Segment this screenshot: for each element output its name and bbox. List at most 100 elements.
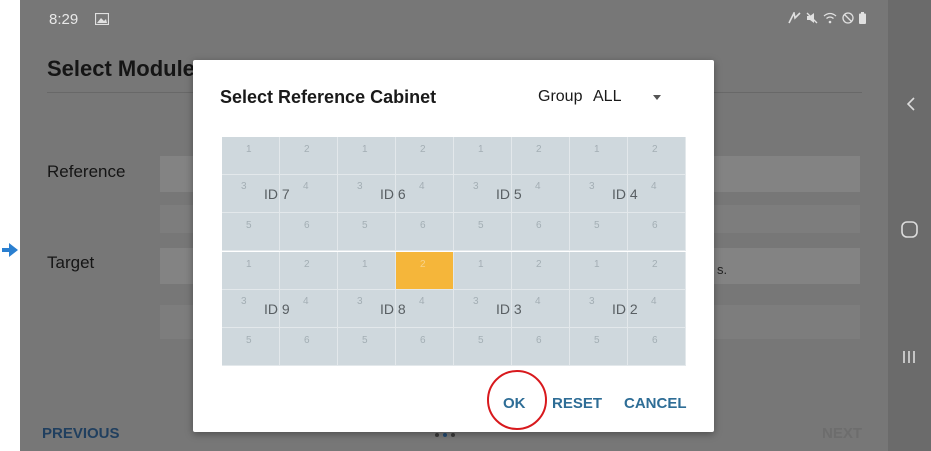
module-number: 5 bbox=[594, 335, 600, 346]
module-number: 2 bbox=[652, 259, 658, 270]
module-cell[interactable] bbox=[628, 328, 686, 366]
module-cell[interactable] bbox=[280, 252, 338, 290]
module-number: 6 bbox=[420, 335, 426, 346]
cabinet-tile[interactable]: 1 2 3 4 5 6 ID 9 bbox=[222, 252, 338, 367]
nfc-icon bbox=[788, 12, 801, 24]
module-cell[interactable] bbox=[454, 252, 512, 290]
module-number: 1 bbox=[246, 144, 252, 155]
module-cell[interactable] bbox=[280, 137, 338, 175]
module-cell[interactable] bbox=[222, 213, 280, 251]
module-cell[interactable] bbox=[222, 137, 280, 175]
module-cell[interactable] bbox=[628, 137, 686, 175]
status-bar: 8:29 bbox=[20, 0, 888, 36]
group-select[interactable]: Group ALL bbox=[538, 87, 673, 111]
module-number: 4 bbox=[535, 181, 541, 192]
module-cell[interactable] bbox=[454, 137, 512, 175]
module-number: 6 bbox=[536, 335, 542, 346]
module-cell[interactable] bbox=[454, 328, 512, 366]
cabinet-tile[interactable]: 1 2 3 4 5 6 ID 4 bbox=[570, 137, 686, 252]
module-cell[interactable] bbox=[396, 213, 454, 251]
gallery-icon bbox=[95, 13, 109, 25]
cabinet-tile[interactable]: 1 2 3 4 5 6 ID 5 bbox=[454, 137, 570, 252]
module-cell[interactable] bbox=[570, 252, 628, 290]
module-cell[interactable] bbox=[338, 328, 396, 366]
module-cell[interactable] bbox=[512, 328, 570, 366]
module-cell[interactable] bbox=[222, 328, 280, 366]
module-cell[interactable] bbox=[570, 137, 628, 175]
page-dot bbox=[451, 433, 455, 437]
cabinet-id-label: ID 9 bbox=[264, 301, 290, 317]
cabinet-id-label: ID 7 bbox=[264, 186, 290, 202]
module-cell[interactable] bbox=[570, 213, 628, 251]
cabinet-tile[interactable]: 1 2 3 4 5 6 ID 2 bbox=[570, 252, 686, 367]
module-number: 3 bbox=[357, 181, 363, 192]
module-cell[interactable] bbox=[454, 213, 512, 251]
status-time: 8:29 bbox=[49, 11, 79, 28]
cabinet-tile[interactable]: 1 2 3 4 5 6 ID 7 bbox=[222, 137, 338, 252]
cabinet-id-label: ID 2 bbox=[612, 301, 638, 317]
module-number: 1 bbox=[594, 144, 600, 155]
module-number: 1 bbox=[246, 259, 252, 270]
target-hint-text: s. bbox=[717, 262, 728, 277]
module-number: 4 bbox=[419, 296, 425, 307]
module-cell[interactable] bbox=[512, 252, 570, 290]
module-number: 5 bbox=[594, 220, 600, 231]
module-cell[interactable] bbox=[628, 213, 686, 251]
page-title: Select Module bbox=[47, 56, 195, 81]
home-icon[interactable] bbox=[901, 221, 918, 238]
module-number: 2 bbox=[652, 144, 658, 155]
outer-margin bbox=[0, 0, 20, 451]
mute-icon bbox=[806, 12, 818, 24]
module-cell[interactable] bbox=[280, 213, 338, 251]
ok-button[interactable]: OK bbox=[503, 395, 526, 412]
module-number: 1 bbox=[478, 259, 484, 270]
caret-down-icon bbox=[653, 95, 661, 100]
module-cell[interactable] bbox=[396, 137, 454, 175]
target-label: Target bbox=[47, 253, 95, 272]
module-number: 3 bbox=[241, 181, 247, 192]
module-cell[interactable] bbox=[222, 252, 280, 290]
module-number: 2 bbox=[536, 144, 542, 155]
module-cell[interactable] bbox=[280, 328, 338, 366]
system-navigation-bar bbox=[888, 0, 931, 451]
module-number: 3 bbox=[241, 296, 247, 307]
cabinet-tile[interactable]: 1 2 3 4 5 6 ID 6 bbox=[338, 137, 454, 252]
module-cell[interactable] bbox=[512, 137, 570, 175]
cabinet-id-label: ID 5 bbox=[496, 186, 522, 202]
module-number: 1 bbox=[362, 259, 368, 270]
module-number: 4 bbox=[651, 181, 657, 192]
module-number: 2 bbox=[420, 144, 426, 155]
arrow-right-icon bbox=[2, 243, 18, 257]
module-number: 2 bbox=[420, 259, 426, 270]
module-number: 5 bbox=[246, 220, 252, 231]
recent-apps-icon[interactable] bbox=[902, 350, 916, 364]
cancel-button[interactable]: CANCEL bbox=[624, 395, 687, 412]
module-number: 6 bbox=[536, 220, 542, 231]
module-cell[interactable] bbox=[338, 137, 396, 175]
module-number: 2 bbox=[536, 259, 542, 270]
module-cell[interactable] bbox=[512, 213, 570, 251]
page-indicator bbox=[435, 433, 455, 437]
reset-button[interactable]: RESET bbox=[552, 395, 602, 412]
cabinet-tile[interactable]: 1 2 3 4 5 6 ID 3 bbox=[454, 252, 570, 367]
do-not-disturb-icon bbox=[842, 12, 854, 24]
cabinet-id-label: ID 6 bbox=[380, 186, 406, 202]
module-number: 5 bbox=[362, 335, 368, 346]
module-number: 4 bbox=[419, 181, 425, 192]
page-dot bbox=[435, 433, 439, 437]
module-cell[interactable] bbox=[570, 328, 628, 366]
module-number: 6 bbox=[304, 335, 310, 346]
module-number: 2 bbox=[304, 144, 310, 155]
module-number: 4 bbox=[651, 296, 657, 307]
module-cell[interactable] bbox=[628, 252, 686, 290]
module-cell[interactable] bbox=[338, 252, 396, 290]
previous-button[interactable]: PREVIOUS bbox=[42, 425, 120, 442]
module-cell[interactable] bbox=[338, 213, 396, 251]
module-cell-selected[interactable] bbox=[396, 252, 454, 290]
module-cell[interactable] bbox=[396, 328, 454, 366]
cabinet-tile[interactable]: 1 2 3 4 5 6 ID 8 bbox=[338, 252, 454, 367]
back-icon[interactable] bbox=[907, 97, 915, 111]
cabinet-id-label: ID 8 bbox=[380, 301, 406, 317]
next-button[interactable]: NEXT bbox=[822, 425, 862, 442]
module-number: 1 bbox=[362, 144, 368, 155]
